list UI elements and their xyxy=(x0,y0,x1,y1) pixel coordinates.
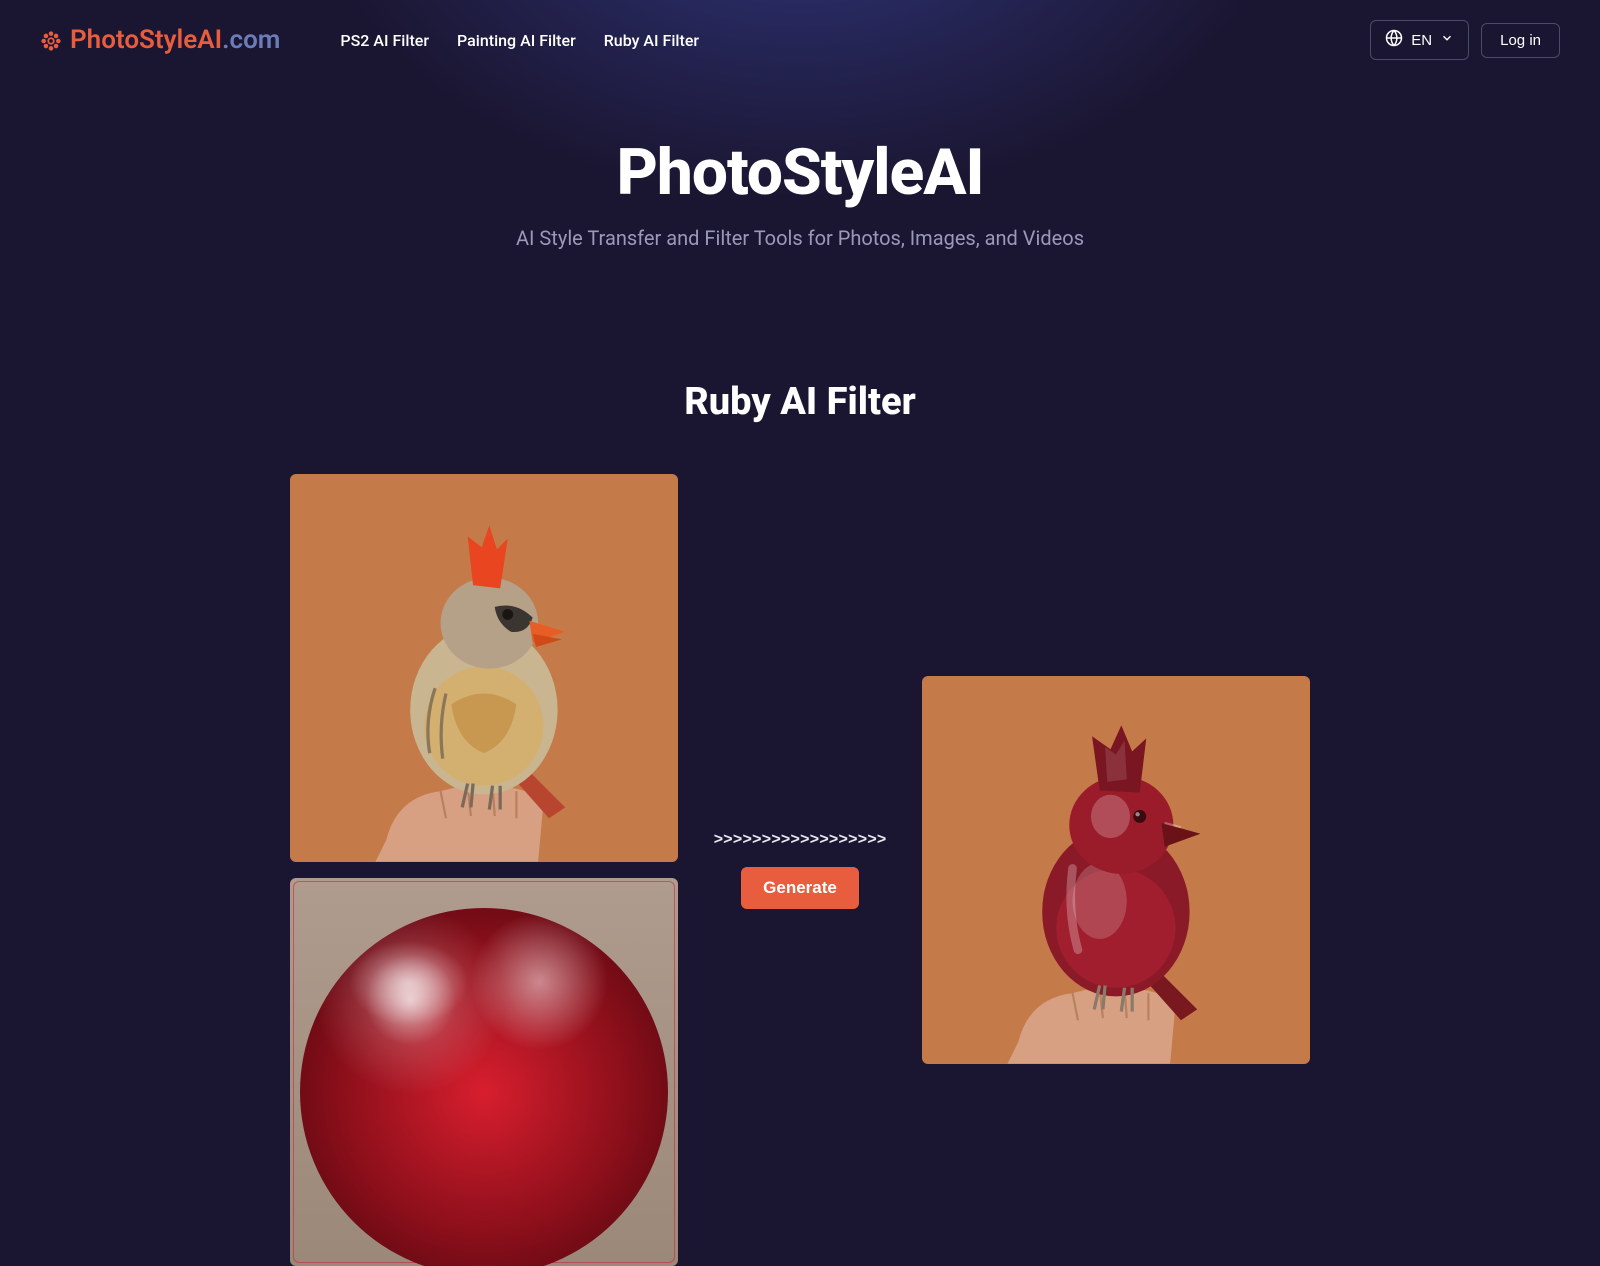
language-selector[interactable]: EN xyxy=(1370,20,1469,60)
header: PhotoStyleAI.com PS2 AI Filter Painting … xyxy=(0,0,1600,80)
result-image xyxy=(922,676,1310,1064)
logo[interactable]: PhotoStyleAI.com xyxy=(40,25,280,55)
logo-icon xyxy=(40,29,62,51)
login-button[interactable]: Log in xyxy=(1481,23,1560,58)
page-title: PhotoStyleAI xyxy=(0,135,1600,210)
ruby-bird-illustration xyxy=(951,695,1281,1064)
action-column: >>>>>>>>>>>>>>>>>> Generate xyxy=(710,831,890,909)
hero: PhotoStyleAI AI Style Transfer and Filte… xyxy=(0,80,1600,250)
globe-icon xyxy=(1385,29,1403,51)
chevron-down-icon xyxy=(1440,31,1454,49)
source-image xyxy=(290,474,678,862)
nav-ps2-filter[interactable]: PS2 AI Filter xyxy=(340,31,429,50)
header-right: EN Log in xyxy=(1370,20,1560,60)
input-images xyxy=(290,474,678,1266)
language-label: EN xyxy=(1411,32,1432,49)
arrows-decoration: >>>>>>>>>>>>>>>>>> xyxy=(714,831,887,849)
ruby-sphere xyxy=(300,908,669,1266)
page-subtitle: AI Style Transfer and Filter Tools for P… xyxy=(0,226,1600,250)
generate-button[interactable]: Generate xyxy=(741,867,859,909)
nav-ruby-filter[interactable]: Ruby AI Filter xyxy=(604,31,699,50)
showcase: >>>>>>>>>>>>>>>>>> Generate xyxy=(0,474,1600,1266)
section-title: Ruby AI Filter xyxy=(0,380,1600,424)
logo-brand: PhotoStyleAI xyxy=(70,25,222,55)
style-image xyxy=(290,878,678,1266)
nav: PS2 AI Filter Painting AI Filter Ruby AI… xyxy=(340,31,699,50)
logo-text: PhotoStyleAI.com xyxy=(70,25,280,55)
logo-domain: .com xyxy=(222,25,280,55)
bird-illustration xyxy=(319,493,649,862)
nav-painting-filter[interactable]: Painting AI Filter xyxy=(457,31,576,50)
